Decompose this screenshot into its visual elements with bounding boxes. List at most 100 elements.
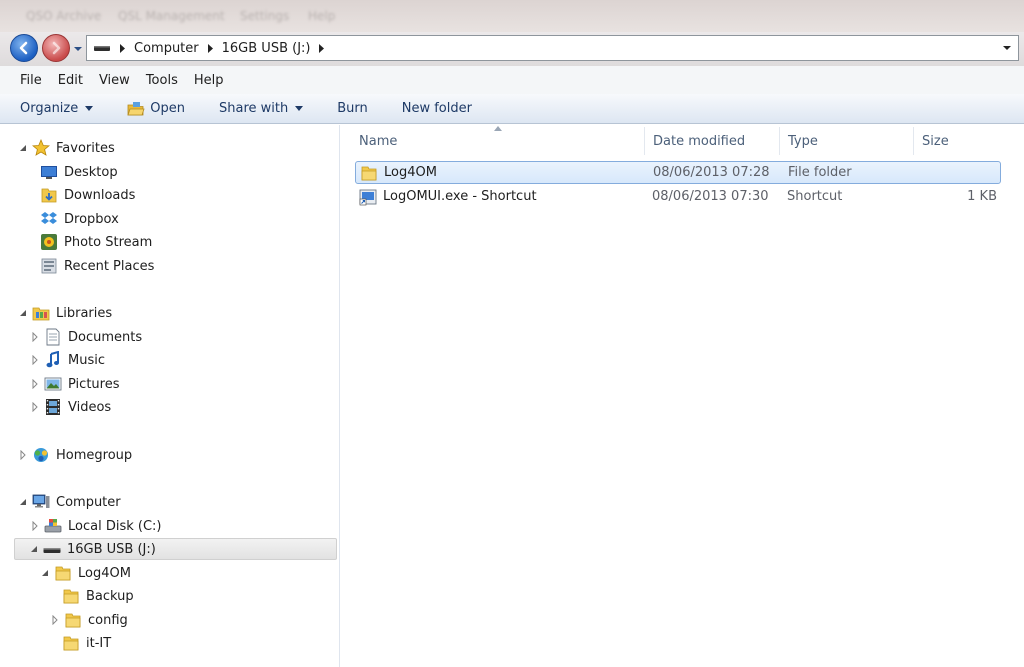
breadcrumb-chevron-icon[interactable]: [318, 43, 325, 53]
tree-label: Dropbox: [64, 211, 119, 227]
menu-tools[interactable]: Tools: [138, 73, 186, 88]
file-date-modified: 08/06/2013 07:30: [652, 189, 769, 204]
tree-log4om[interactable]: Log4OM: [40, 562, 131, 584]
back-button[interactable]: [10, 34, 38, 62]
tree-dropbox[interactable]: Dropbox: [40, 208, 119, 230]
tree-label: config: [88, 612, 128, 628]
chevron-down-icon: [85, 105, 94, 111]
tree-pictures[interactable]: Pictures: [30, 373, 119, 395]
tree-config[interactable]: config: [50, 609, 128, 631]
column-header-name[interactable]: Name: [351, 125, 645, 157]
tree-backup[interactable]: Backup: [62, 585, 134, 607]
pictures-icon: [44, 377, 62, 391]
local-disk-icon: [44, 519, 62, 533]
downloads-folder-icon: [41, 188, 57, 203]
menu-help[interactable]: Help: [186, 73, 232, 88]
folder-icon: [361, 166, 377, 180]
tree-label: Photo Stream: [64, 234, 153, 250]
collapsed-arrow-icon[interactable]: [30, 402, 40, 412]
collapsed-arrow-icon[interactable]: [30, 332, 40, 342]
tree-label: Videos: [68, 399, 112, 415]
background-menu-item: QSL Management: [118, 9, 225, 23]
expanded-arrow-icon[interactable]: [18, 497, 28, 507]
expanded-arrow-icon[interactable]: [40, 568, 50, 578]
tree-label: Homegroup: [56, 447, 133, 463]
tree-label: Favorites: [56, 140, 115, 156]
open-folder-icon: [127, 101, 145, 115]
tree-desktop[interactable]: Desktop: [40, 161, 118, 183]
collapsed-arrow-icon[interactable]: [30, 355, 40, 365]
documents-icon: [46, 328, 60, 346]
tree-label: 16GB USB (J:): [67, 541, 156, 557]
file-date-modified: 08/06/2013 07:28: [653, 165, 770, 180]
file-row-log4om[interactable]: Log4OM 08/06/2013 07:28 File folder: [355, 161, 1001, 184]
shortcut-icon: [359, 189, 377, 205]
file-row-logomui-shortcut[interactable]: LogOMUI.exe - Shortcut 08/06/2013 07:30 …: [355, 185, 1001, 208]
tree-recent-places[interactable]: Recent Places: [40, 255, 154, 277]
breadcrumb-chevron-icon[interactable]: [119, 43, 126, 53]
star-icon: [32, 139, 50, 156]
tree-label: Recent Places: [64, 258, 155, 274]
breadcrumb-usb-drive[interactable]: 16GB USB (J:): [222, 41, 311, 56]
file-list-pane: Name Date modified Type Size Log4OM 08/0…: [341, 125, 1024, 667]
file-name: LogOMUI.exe - Shortcut: [383, 189, 537, 204]
photo-stream-icon: [41, 234, 57, 250]
expanded-arrow-icon[interactable]: [18, 143, 28, 153]
tree-videos[interactable]: Videos: [30, 396, 111, 418]
menu-edit[interactable]: Edit: [50, 73, 91, 88]
tree-label: Downloads: [64, 187, 136, 203]
tree-homegroup[interactable]: Homegroup: [18, 444, 132, 466]
tree-computer[interactable]: Computer: [18, 491, 121, 513]
collapsed-arrow-icon[interactable]: [30, 521, 40, 531]
column-header-size[interactable]: Size: [914, 125, 1004, 157]
tree-favorites[interactable]: Favorites: [18, 137, 115, 159]
background-menu-item: QSO Archive: [26, 9, 102, 23]
tree-libraries[interactable]: Libraries: [18, 302, 112, 324]
forward-button[interactable]: [42, 34, 70, 62]
file-size: 1 KB: [967, 189, 997, 204]
computer-icon: [32, 494, 50, 508]
tree-it-it[interactable]: it-IT: [62, 632, 111, 654]
tree-label: Log4OM: [78, 565, 131, 581]
breadcrumb-chevron-icon[interactable]: [207, 43, 214, 53]
recent-pages-dropdown[interactable]: [73, 44, 83, 54]
column-header-type[interactable]: Type: [780, 125, 913, 157]
collapsed-arrow-icon[interactable]: [18, 450, 28, 460]
music-note-icon: [46, 351, 59, 368]
organize-label: Organize: [20, 101, 79, 116]
address-bar[interactable]: Computer 16GB USB (J:): [86, 35, 1019, 61]
file-type: Shortcut: [787, 189, 843, 204]
tree-label: Desktop: [64, 164, 118, 180]
tree-downloads[interactable]: Downloads: [40, 184, 135, 206]
recent-places-icon: [41, 258, 57, 274]
address-dropdown-icon[interactable]: [1002, 44, 1012, 52]
open-button[interactable]: Open: [127, 101, 185, 117]
background-window-strip: QSO Archive QSL Management Settings Help: [0, 0, 1024, 32]
burn-button[interactable]: Burn: [337, 101, 368, 116]
expanded-arrow-icon[interactable]: [29, 544, 39, 554]
tree-label: Pictures: [68, 376, 120, 392]
file-name: Log4OM: [384, 165, 437, 180]
collapsed-arrow-icon[interactable]: [50, 615, 60, 625]
tree-label: Documents: [68, 329, 143, 345]
menu-view[interactable]: View: [91, 73, 138, 88]
breadcrumb-computer[interactable]: Computer: [134, 41, 199, 56]
share-with-button[interactable]: Share with: [219, 101, 304, 116]
tree-photo-stream[interactable]: Photo Stream: [40, 231, 152, 253]
desktop-icon: [41, 166, 57, 179]
column-header-date-modified[interactable]: Date modified: [645, 125, 779, 157]
folder-icon: [65, 613, 81, 628]
file-type: File folder: [788, 165, 852, 180]
usb-drive-icon: [93, 42, 111, 54]
organize-button[interactable]: Organize: [20, 101, 94, 116]
tree-documents[interactable]: Documents: [30, 326, 142, 348]
collapsed-arrow-icon[interactable]: [30, 379, 40, 389]
tree-usb-drive[interactable]: 16GB USB (J:): [14, 538, 337, 560]
new-folder-button[interactable]: New folder: [402, 101, 472, 116]
expanded-arrow-icon[interactable]: [18, 308, 28, 318]
tree-music[interactable]: Music: [30, 349, 105, 371]
background-menu-item: Settings: [240, 9, 290, 23]
tree-local-disk[interactable]: Local Disk (C:): [30, 515, 161, 537]
menu-file[interactable]: File: [12, 73, 50, 88]
tree-label: Backup: [86, 588, 134, 604]
